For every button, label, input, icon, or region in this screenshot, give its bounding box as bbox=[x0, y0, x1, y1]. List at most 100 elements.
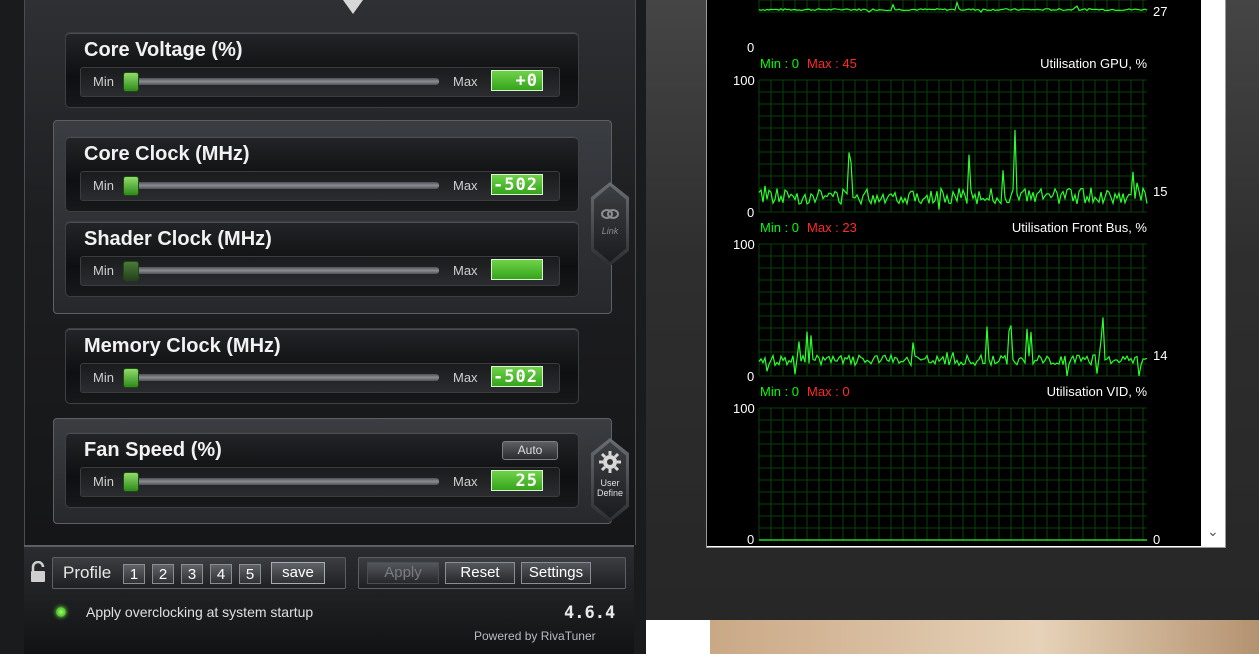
memory-clock-slider-thumb[interactable] bbox=[123, 368, 139, 388]
graph-0-min: Min : 0 bbox=[760, 56, 800, 71]
desktop-wallpaper-strip bbox=[710, 620, 1259, 654]
memory-clock-slider-track[interactable] bbox=[123, 374, 439, 381]
graph-2-max: 100 bbox=[733, 237, 755, 252]
hardware-monitor-window: 0 27 Min : 0 Max : 45 Utilisation GPU, % … bbox=[706, 0, 1226, 548]
apply-button[interactable]: Apply bbox=[367, 562, 439, 584]
graph-3-zero: 0 bbox=[747, 532, 755, 547]
graph-3-current: 0 bbox=[1153, 532, 1161, 547]
graph-2-zero: 0 bbox=[747, 369, 755, 384]
profile-5-button[interactable]: 5 bbox=[239, 564, 261, 584]
overclock-panel: Core Voltage (%) Min Max +0 Core Clock (… bbox=[0, 0, 646, 654]
core-voltage-slider-thumb[interactable] bbox=[123, 72, 139, 92]
powered-by-label: Powered by RivaTuner bbox=[474, 629, 596, 643]
memory-clock-track-area: Min Max -502 bbox=[80, 363, 560, 393]
graph-1-current: 15 bbox=[1153, 184, 1168, 199]
core-clock-slider-track[interactable] bbox=[123, 182, 439, 189]
link-toggle[interactable]: Link bbox=[591, 182, 629, 266]
memory-clock-title: Memory Clock (MHz) bbox=[84, 335, 281, 357]
scroll-down-icon[interactable]: ⌄ bbox=[1207, 523, 1219, 540]
graph-2-current: 14 bbox=[1153, 348, 1168, 363]
core-clock-track-area: Min Max -502 bbox=[80, 171, 560, 201]
graph-2-min: Min : 0 bbox=[760, 384, 800, 399]
lock-icon[interactable] bbox=[30, 561, 46, 583]
save-button[interactable]: save bbox=[271, 562, 325, 584]
monitor-scrollbar[interactable]: ⌄ bbox=[1201, 0, 1225, 546]
graph-2-trace bbox=[758, 317, 1148, 377]
top-notch bbox=[343, 0, 363, 14]
core-clock-title: Core Clock (MHz) bbox=[84, 143, 250, 165]
graph-0-zero: 0 bbox=[747, 40, 755, 55]
graph-2-minmax: Min : 0 Max : 0 bbox=[760, 384, 850, 399]
memory-clock-value[interactable]: -502 bbox=[491, 366, 543, 387]
graph-3-title: Utilisation VID, % bbox=[1046, 384, 1147, 399]
shader-clock-min-label: Min bbox=[93, 263, 114, 278]
core-clock-value[interactable]: -502 bbox=[491, 174, 543, 195]
core-voltage-title: Core Voltage (%) bbox=[84, 39, 243, 61]
graph-2-max-label: Max : 0 bbox=[807, 384, 850, 399]
fan-speed-min-label: Min bbox=[93, 474, 114, 489]
settings-button[interactable]: Settings bbox=[521, 562, 591, 584]
user-define-toggle[interactable]: User Define bbox=[591, 438, 629, 522]
core-voltage-track-area: Min Max +0 bbox=[80, 67, 560, 97]
graph-1-trace bbox=[758, 129, 1148, 210]
fan-speed-group: Fan Speed (%) Auto Min Max 25 bbox=[65, 432, 579, 508]
shader-clock-slider-track[interactable] bbox=[123, 267, 439, 274]
shader-clock-value[interactable] bbox=[491, 259, 543, 280]
core-clock-group: Core Clock (MHz) Min Max -502 bbox=[65, 136, 579, 212]
graph-1-minmax: Min : 0 Max : 23 bbox=[760, 220, 857, 235]
graph-1-min: Min : 0 bbox=[760, 220, 800, 235]
profile-label: Profile bbox=[63, 563, 112, 582]
startup-status-led[interactable] bbox=[56, 607, 66, 617]
shader-clock-track-area: Min Max bbox=[80, 256, 560, 286]
monitor-graph-area: 0 27 Min : 0 Max : 45 Utilisation GPU, % … bbox=[707, 0, 1201, 547]
shader-clock-slider-thumb[interactable] bbox=[123, 261, 139, 281]
gear-icon bbox=[599, 451, 621, 473]
graph-0-current: 27 bbox=[1153, 4, 1168, 19]
graph-2-title: Utilisation Front Bus, % bbox=[1011, 220, 1147, 235]
profile-bar: Profile 1 2 3 4 5 save bbox=[52, 557, 346, 589]
overclock-body: Core Voltage (%) Min Max +0 Core Clock (… bbox=[24, 0, 636, 545]
reset-button[interactable]: Reset bbox=[445, 562, 515, 584]
monitor-graphs-svg bbox=[758, 0, 1148, 541]
core-voltage-min-label: Min bbox=[93, 74, 114, 89]
core-clock-slider-thumb[interactable] bbox=[123, 176, 139, 196]
core-voltage-value[interactable]: +0 bbox=[491, 70, 543, 91]
graph-1-max: 100 bbox=[733, 73, 755, 88]
graph-0-minmax: Min : 0 Max : 45 bbox=[760, 56, 857, 71]
graph-0-max: Max : 45 bbox=[807, 56, 857, 71]
link-icon bbox=[601, 209, 619, 219]
core-voltage-slider-track[interactable] bbox=[123, 78, 439, 85]
profile-2-button[interactable]: 2 bbox=[152, 564, 174, 584]
startup-checkbox-label[interactable]: Apply overclocking at system startup bbox=[86, 604, 313, 620]
bottom-bar: Profile 1 2 3 4 5 save Apply Reset Setti… bbox=[24, 545, 634, 654]
link-toggle-inner bbox=[594, 186, 626, 262]
fan-speed-max-label: Max bbox=[453, 474, 478, 489]
graph-3-max: 100 bbox=[733, 401, 755, 416]
shader-clock-max-label: Max bbox=[453, 263, 478, 278]
version-label: 4.6.4 bbox=[564, 603, 616, 623]
fan-speed-track-area: Min Max 25 bbox=[80, 467, 560, 497]
profile-3-button[interactable]: 3 bbox=[181, 564, 203, 584]
profile-4-button[interactable]: 4 bbox=[210, 564, 232, 584]
fan-speed-title: Fan Speed (%) bbox=[84, 439, 222, 461]
fan-speed-slider-track[interactable] bbox=[123, 478, 439, 485]
fan-auto-button[interactable]: Auto bbox=[502, 441, 558, 460]
graph-1-title: Utilisation GPU, % bbox=[1040, 56, 1147, 71]
user-define-label-2: Define bbox=[596, 488, 623, 498]
core-clock-max-label: Max bbox=[453, 178, 478, 193]
graph-1-max-label: Max : 23 bbox=[807, 220, 857, 235]
fan-speed-value[interactable]: 25 bbox=[491, 470, 543, 491]
memory-clock-min-label: Min bbox=[93, 370, 114, 385]
desktop-white-strip bbox=[646, 620, 710, 654]
profile-1-button[interactable]: 1 bbox=[123, 564, 145, 584]
memory-clock-max-label: Max bbox=[453, 370, 478, 385]
fan-speed-slider-thumb[interactable] bbox=[123, 472, 139, 492]
action-bar: Apply Reset Settings bbox=[358, 557, 626, 589]
graph-0-trace bbox=[758, 0, 1148, 13]
core-voltage-group: Core Voltage (%) Min Max +0 bbox=[65, 32, 579, 108]
core-clock-min-label: Min bbox=[93, 178, 114, 193]
graph-1-zero: 0 bbox=[747, 205, 755, 220]
link-label: Link bbox=[601, 226, 619, 236]
shader-clock-title: Shader Clock (MHz) bbox=[84, 228, 272, 250]
core-voltage-max-label: Max bbox=[453, 74, 478, 89]
